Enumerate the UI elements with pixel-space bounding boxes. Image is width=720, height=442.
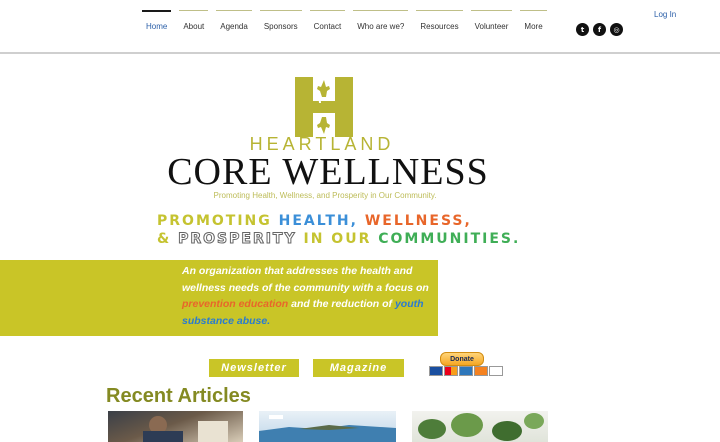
payment-cards xyxy=(429,366,503,376)
headline-word: WELLNESS, xyxy=(364,213,472,229)
mission-text: An organization that addresses the healt… xyxy=(182,265,429,294)
headline-word: PROMOTING xyxy=(157,213,272,229)
herbs-photo-icon xyxy=(418,413,544,441)
header-divider xyxy=(0,52,720,54)
headline-line-2: & PROSPERITY IN OUR COMMUNITIES. xyxy=(157,231,521,248)
headline-word: PROSPERITY xyxy=(178,231,297,248)
article-thumbnail[interactable] xyxy=(108,411,243,442)
nav-item-who-are-we[interactable]: Who are we? xyxy=(349,10,412,42)
headline-word: COMMUNITIES. xyxy=(378,231,521,247)
twitter-icon[interactable]: t xyxy=(576,23,589,36)
amex-card-icon xyxy=(459,366,473,376)
generic-card-icon xyxy=(489,366,503,376)
nav-item-agenda[interactable]: Agenda xyxy=(212,10,256,42)
magazine-button[interactable]: Magazine xyxy=(313,359,404,377)
facebook-icon[interactable]: f xyxy=(593,23,606,36)
logo-core-wellness-text: CORE WELLNESS xyxy=(167,151,489,193)
nav-item-contact[interactable]: Contact xyxy=(306,10,350,42)
nav-item-home[interactable]: Home xyxy=(138,10,175,42)
visa-card-icon xyxy=(429,366,443,376)
nav-item-volunteer[interactable]: Volunteer xyxy=(467,10,517,42)
heartland-h-logo-icon xyxy=(295,77,353,137)
recent-articles-heading: Recent Articles xyxy=(106,385,251,407)
mission-highlight: prevention education xyxy=(182,298,289,310)
article-thumbnail[interactable] xyxy=(412,411,548,442)
nav-item-sponsors[interactable]: Sponsors xyxy=(256,10,306,42)
headline-word: HEALTH, xyxy=(278,213,358,229)
logo-tagline: Promoting Health, Wellness, and Prosperi… xyxy=(213,191,437,200)
nav-item-about[interactable]: About xyxy=(175,10,212,42)
discover-card-icon xyxy=(474,366,488,376)
login-link[interactable]: Log In xyxy=(654,10,676,19)
headline-word: & xyxy=(157,231,172,247)
nav-item-more[interactable]: More xyxy=(516,10,550,42)
mission-text: and the reduction of xyxy=(291,298,393,310)
newsletter-button[interactable]: Newsletter xyxy=(209,359,299,377)
mission-statement: An organization that addresses the healt… xyxy=(182,263,432,329)
donate-button[interactable]: Donate xyxy=(440,352,484,366)
mastercard-icon xyxy=(444,366,458,376)
headline-line-1: PROMOTING HEALTH, WELLNESS, xyxy=(157,213,472,229)
headline-word: IN OUR xyxy=(303,231,372,247)
main-nav: Home About Agenda Sponsors Contact Who are we… xyxy=(138,10,551,42)
coastline-photo-icon xyxy=(259,415,396,442)
social-links: t f ◎ xyxy=(576,23,623,36)
article-thumbnail[interactable] xyxy=(259,411,396,442)
instagram-icon[interactable]: ◎ xyxy=(610,23,623,36)
nav-item-resources[interactable]: Resources xyxy=(412,10,466,42)
person-photo-icon xyxy=(143,416,228,442)
